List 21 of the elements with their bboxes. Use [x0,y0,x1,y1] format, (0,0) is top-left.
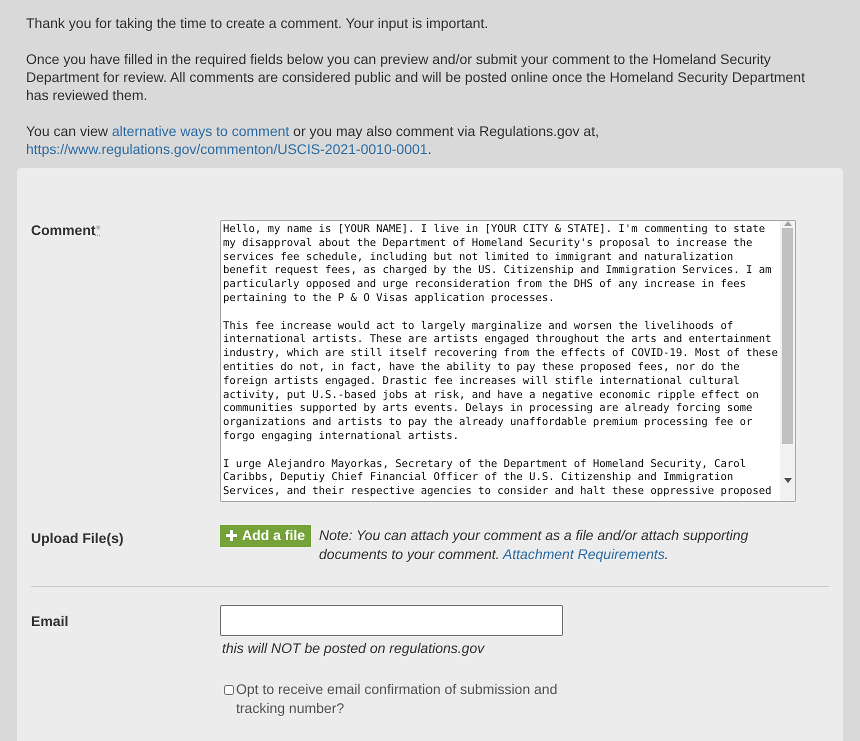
upload-note: Note: You can attach your comment as a file and/or attach supporting documents to your comment. Attachment Requirements. [319,526,750,564]
regulations-url-link[interactable]: https://www.regulations.gov/commenton/USCIS-2021-0010-0001 [26,141,428,157]
comment-label: Comment* [31,221,102,240]
scrollbar[interactable] [780,221,795,501]
email-hint: this will NOT be posted on regulations.gov [221,638,486,658]
upload-label: Upload File(s) [31,528,125,548]
alternatives-text: You can view alternative ways to comment or you may also comment via Regulations.gov at, https://www.regulations.gov/commenton/USCIS-2021-0010-0001. [26,122,600,158]
opt-in-checkbox[interactable] [224,684,234,695]
alternative-ways-link[interactable]: alternative ways to comment [112,123,290,139]
comment-textarea[interactable]: Hello, my name is [YOUR NAME]. I live in [YOUR CITY & STATE]. I'm commenting to state my disapproval about the Department of Homeland Security's proposal to increase the services fee schedule, including but not limited to immigrant and naturalization benefit request fees, as charged by the US. Citizenship and Immigration Services. I am particularly opposed and urge reconsideration from the DHS of any increase in fees pertaining to the P & O Visas application processes. This fee increase would act to largely marginalize and worsen the livelihoods of international artists. These are artists engaged throughout the arts and entertainment industry, which are still itself recovering from the effects of COVID-19. Most of these entities do not, in fact, have the ability to pay these proposed fees, nor do the foreign artists engaged. Drastic fee increases will stifle international cultural activity, put U.S.-based jobs at risk, and have a negative economic ripple effect on communities supported by arts events. Delays in processing are already forcing some organizations and artists to pay the already unaffordable premium processing fee or forgo engaging international artists. I urge Alejandro Mayorkas, Secretary of the Department of Homeland Security, Carol Caribbs, Deputiy Chief Financial Officer of the U.S. Citizenship and Immigration Services, and their respective agencies to consider and halt these oppressive proposed [220,220,796,502]
intro-text: Thank you for taking the time to create a comment. Your input is important. [26,14,490,32]
scroll-thumb[interactable] [782,228,793,444]
email-label: Email [31,612,70,631]
attachment-requirements-link[interactable]: Attachment Requirements [502,546,665,562]
scroll-down-icon[interactable] [784,478,792,483]
add-file-button[interactable]: Add a file [220,524,312,547]
email-field[interactable] [220,604,563,636]
instructions-text: Once you have filled in the required fields below you can preview and/or submit your comment to the Homeland Security Department for review. All comments are considered public and will be posted online once the Homeland Security Department has reviewed them. [26,50,806,104]
plus-icon [226,530,237,542]
opt-in-label: Opt to receive email confirmation of submission and tracking number? [236,680,558,718]
required-mark: * [96,222,101,237]
